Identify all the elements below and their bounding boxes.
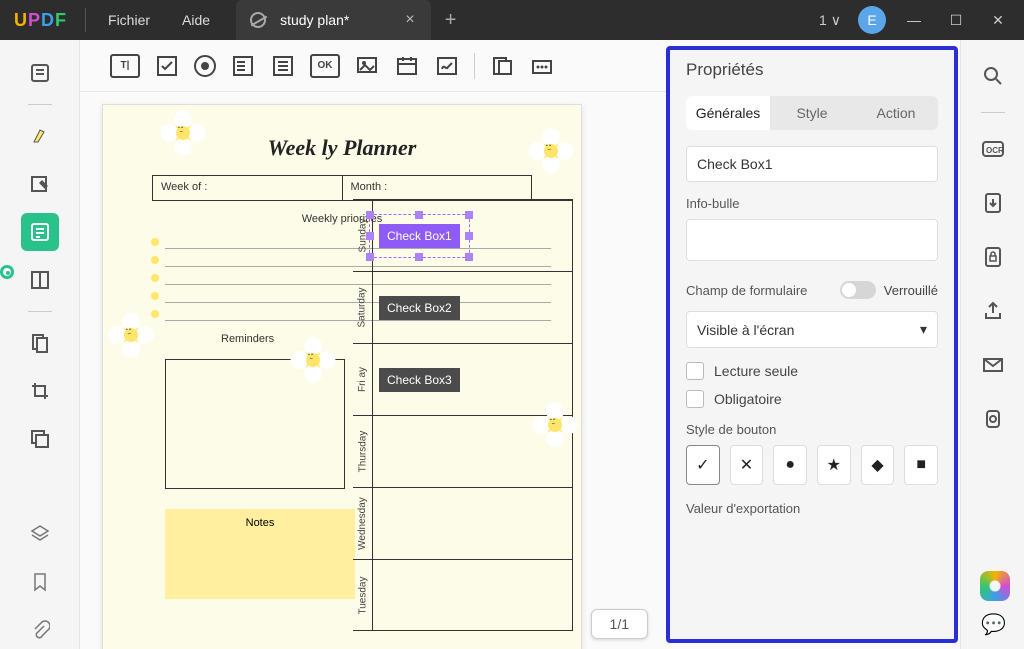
tooltip-label: Info-bulle [686,196,938,211]
locked-label: Verrouillé [884,283,938,298]
list-tool[interactable] [270,53,296,79]
text-field-tool[interactable]: T| [110,54,140,78]
pane-collapse-handle[interactable] [0,265,14,279]
close-window-button[interactable]: ✕ [978,0,1018,40]
share-icon[interactable] [975,293,1011,329]
visibility-dropdown[interactable]: Visible à l'écran▾ [686,311,938,348]
batch-icon[interactable] [975,401,1011,437]
tab-general[interactable]: Générales [686,96,770,130]
left-tool-rail [0,40,80,649]
properties-tabs: Générales Style Action [686,96,938,130]
chevron-down-icon: ▾ [920,321,927,338]
notes-box: Notes [165,509,355,599]
form-field-toolbar: T| OK [80,40,666,92]
reader-mode-icon[interactable] [21,54,59,92]
combo-tool[interactable] [230,53,256,79]
button-tool[interactable]: OK [310,54,340,78]
decor-flower-icon [111,315,151,355]
style-square-icon[interactable]: ■ [904,445,938,485]
button-style-selector: ✓ ✕ ● ★ ◆ ■ [686,445,938,485]
tab-action[interactable]: Action [854,96,938,130]
menu-help[interactable]: Aide [166,12,226,28]
search-icon[interactable] [975,58,1011,94]
ocr-icon[interactable]: OCR [975,131,1011,167]
decor-flower-icon [163,113,203,153]
form-field-checkbox1[interactable]: Check Box1 [379,224,460,248]
maximize-button[interactable]: ☐ [936,0,976,40]
properties-title: Propriétés [686,60,938,80]
svg-text:OCR: OCR [986,146,1004,155]
checkbox-tool[interactable] [154,53,180,79]
user-avatar[interactable]: E [852,0,892,40]
bookmark-icon[interactable] [21,563,59,601]
week-label: Week of : [153,176,343,200]
align-tool[interactable] [489,53,515,79]
layers-icon[interactable] [21,515,59,553]
pdf-page[interactable]: Week ly Planner Week of : Month : Weekly… [102,104,582,649]
divider [85,8,86,32]
style-check-icon[interactable]: ✓ [686,445,720,485]
document-tab[interactable]: study plan* × [236,0,431,40]
edit-text-icon[interactable] [21,165,59,203]
organize-pages-icon[interactable] [21,324,59,362]
checkbox-icon[interactable] [686,362,704,380]
style-cross-icon[interactable]: ✕ [730,445,764,485]
formfield-label: Champ de formulaire [686,283,807,298]
decor-flower-icon [293,340,333,380]
right-tool-rail: OCR [960,40,1024,649]
decor-flower-icon [531,131,571,171]
tab-title: study plan* [274,12,399,28]
radio-tool[interactable] [194,55,216,77]
highlighter-icon[interactable] [21,117,59,155]
page-split-icon[interactable] [21,261,59,299]
window-titlebar: UPDF Fichier Aide study plan* × + 1 ∨ E … [0,0,1024,40]
export-value-label: Valeur d'exportation [686,501,938,516]
month-label: Month : [343,176,532,200]
app-logo: UPDF [14,10,67,31]
form-field-checkbox3[interactable]: Check Box3 [379,368,460,392]
required-checkbox-row[interactable]: Obligatoire [686,390,938,408]
style-star-icon[interactable]: ★ [817,445,851,485]
checkbox-icon[interactable] [686,390,704,408]
form-editor-icon[interactable] [21,213,59,251]
page-indicator[interactable]: 1/1 [591,609,648,639]
attachment-icon[interactable] [21,611,59,649]
selection-handles[interactable] [369,214,470,258]
document-canvas[interactable]: Week ly Planner Week of : Month : Weekly… [80,92,666,649]
field-name-input[interactable] [686,146,938,182]
minimize-button[interactable]: — [894,0,934,40]
menu-file[interactable]: Fichier [92,12,166,28]
week-month-row: Week of : Month : [152,175,532,201]
form-field-checkbox2[interactable]: Check Box2 [379,296,460,320]
image-field-tool[interactable] [354,53,380,79]
close-tab-button[interactable]: × [399,11,420,29]
mail-icon[interactable] [975,347,1011,383]
tab-style[interactable]: Style [770,96,854,130]
style-circle-icon[interactable]: ● [773,445,807,485]
signature-tool[interactable] [434,53,460,79]
more-tools[interactable] [529,53,555,79]
readonly-checkbox-row[interactable]: Lecture seule [686,362,938,380]
comment-icon[interactable]: 💬 [981,612,1006,637]
protect-icon[interactable] [975,239,1011,275]
new-tab-button[interactable]: + [431,9,471,32]
convert-icon[interactable] [975,185,1011,221]
duplicate-page-icon[interactable] [21,420,59,458]
date-field-tool[interactable] [394,53,420,79]
button-style-label: Style de bouton [686,422,938,437]
brand-badge-icon[interactable] [980,571,1010,601]
decor-flower-icon [535,405,575,445]
tab-icon [250,12,266,28]
properties-panel: Propriétés Générales Style Action Info-b… [666,46,958,643]
style-diamond-icon[interactable]: ◆ [861,445,895,485]
locked-toggle[interactable] [840,281,876,299]
tooltip-input[interactable] [686,219,938,261]
history-dropdown[interactable]: 1 ∨ [810,0,850,40]
crop-icon[interactable] [21,372,59,410]
